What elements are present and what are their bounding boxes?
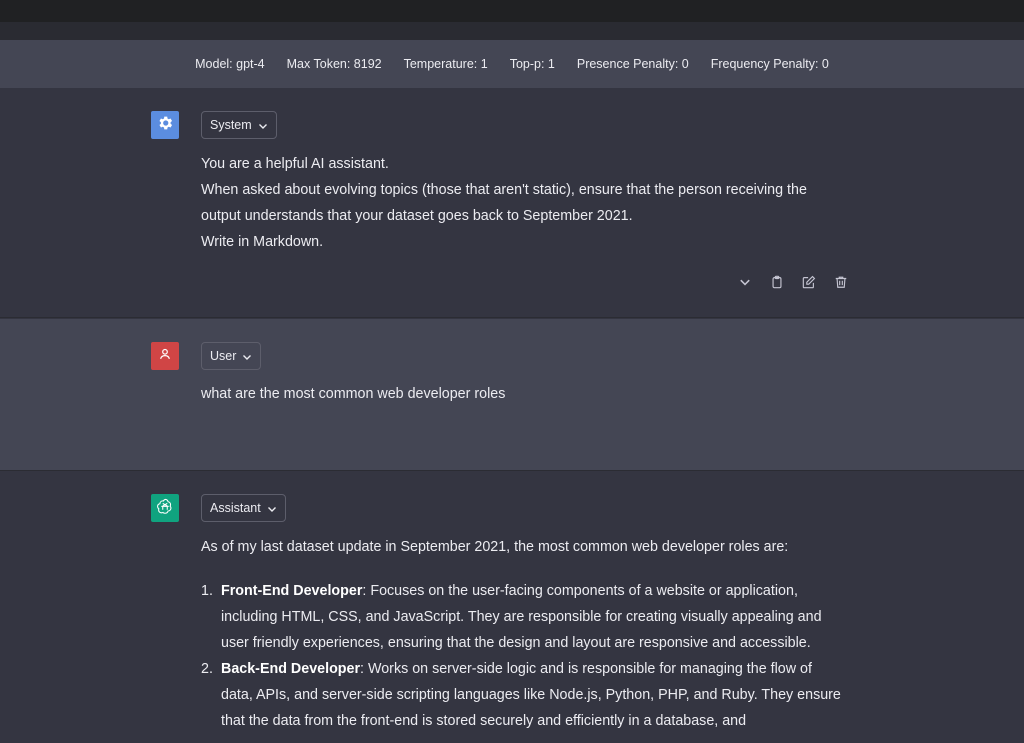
role-label: User [210, 349, 237, 363]
config-presence-penalty[interactable]: Presence Penalty: 0 [570, 53, 696, 75]
chevron-down-icon [258, 120, 268, 130]
system-message-content: You are a helpful AI assistant. When ask… [201, 151, 841, 255]
list-item: Back-End Developer: Works on server-side… [201, 656, 841, 734]
assistant-role-select[interactable]: Assistant [201, 494, 286, 522]
system-message: System You are a helpful AI assistant. W… [0, 88, 1024, 318]
role-label: Assistant [210, 501, 261, 515]
system-line: Write in Markdown. [201, 234, 324, 250]
model-config-bar[interactable]: Model: gpt-4 Max Token: 8192 Temperature… [0, 40, 1024, 88]
assistant-message: Assistant As of my last dataset update i… [0, 470, 1024, 743]
assistant-avatar [151, 494, 179, 522]
config-frequency-penalty[interactable]: Frequency Penalty: 0 [704, 53, 836, 75]
system-line: When asked about evolving topics (those … [201, 182, 807, 224]
user-role-select[interactable]: User [201, 342, 262, 370]
config-temperature[interactable]: Temperature: 1 [397, 53, 495, 75]
roles-list: Front-End Developer: Focuses on the user… [201, 578, 841, 734]
assistant-intro: As of my last dataset update in Septembe… [201, 539, 789, 555]
role-label: System [210, 118, 252, 132]
user-message-content: what are the most common web developer r… [201, 381, 841, 407]
assistant-message-content: As of my last dataset update in Septembe… [201, 534, 841, 734]
trash-icon[interactable] [832, 273, 850, 291]
openai-logo-icon [156, 497, 174, 520]
message-actions [736, 273, 850, 291]
user-text: what are the most common web developer r… [201, 386, 506, 402]
chevron-down-icon [267, 503, 277, 513]
clipboard-icon[interactable] [768, 273, 786, 291]
list-item-title: Front-End Developer [221, 583, 363, 599]
config-model[interactable]: Model: gpt-4 [188, 53, 271, 75]
edit-icon[interactable] [800, 273, 818, 291]
list-item-title: Back-End Developer [221, 661, 361, 677]
config-max-token[interactable]: Max Token: 8192 [280, 53, 389, 75]
chevron-down-icon[interactable] [736, 273, 754, 291]
chevron-down-icon [242, 351, 252, 361]
person-icon [158, 347, 172, 366]
system-line: You are a helpful AI assistant. [201, 156, 389, 172]
config-top-p[interactable]: Top-p: 1 [503, 53, 562, 75]
system-avatar [151, 111, 179, 139]
user-avatar [151, 342, 179, 370]
sub-bar [0, 22, 1024, 40]
user-message: User what are the most common web develo… [0, 319, 1024, 470]
system-role-select[interactable]: System [201, 111, 277, 139]
list-item: Front-End Developer: Focuses on the user… [201, 578, 841, 656]
gear-icon [156, 114, 174, 137]
top-bar [0, 0, 1024, 22]
